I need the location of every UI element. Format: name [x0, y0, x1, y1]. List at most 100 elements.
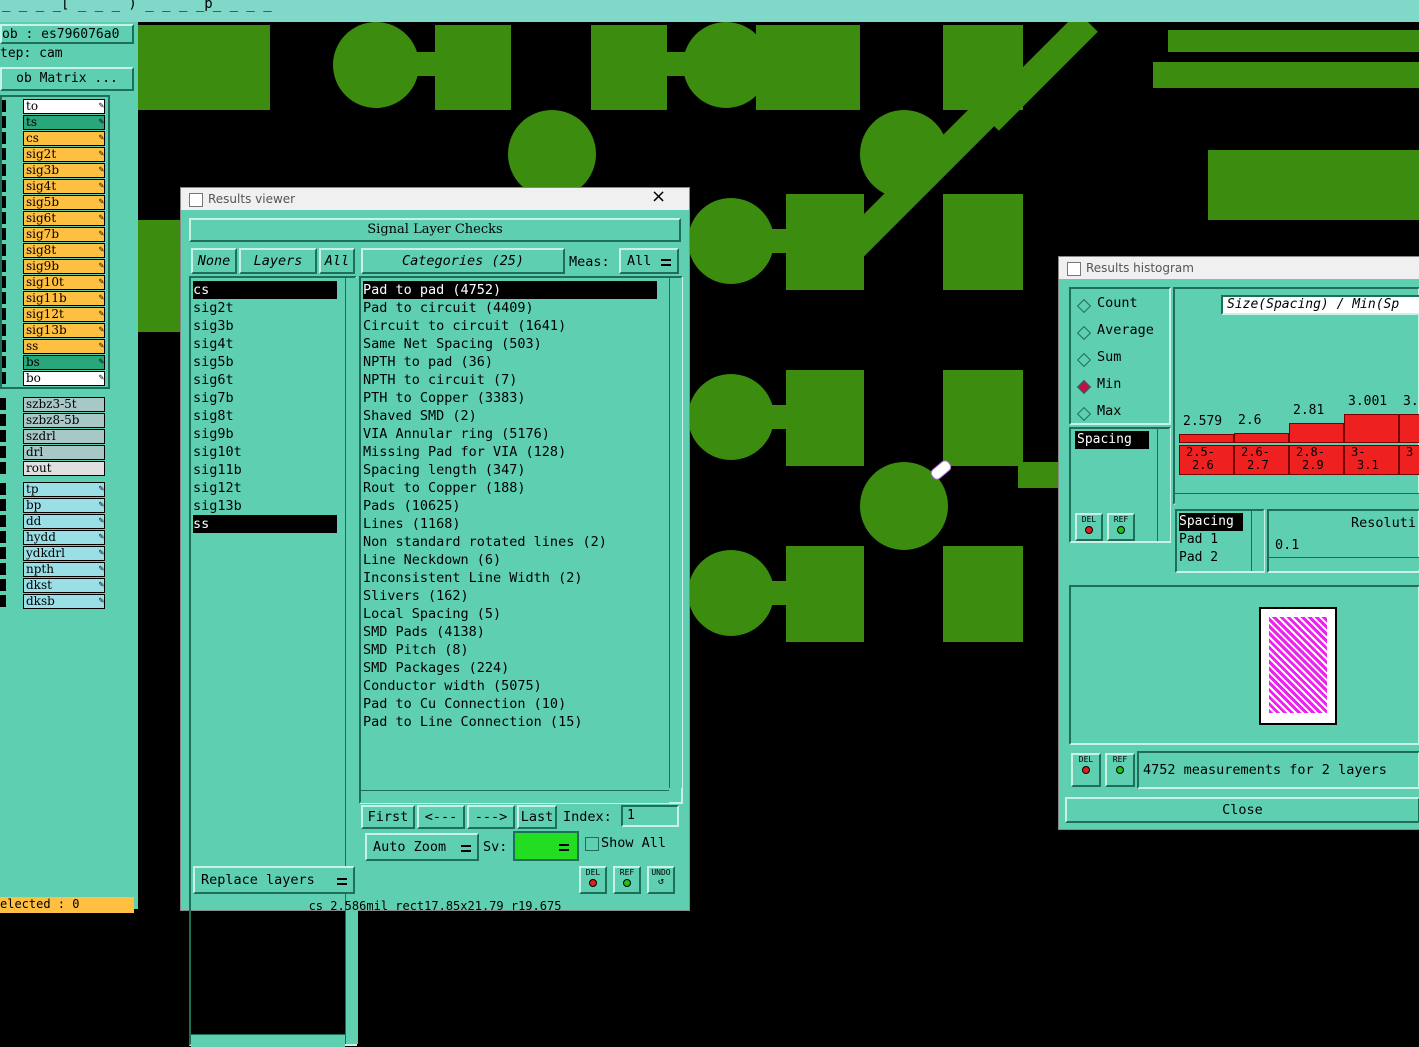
category-list-item[interactable]: Lines (1168)	[363, 515, 663, 533]
layer-edit-icon[interactable]: ✎	[99, 131, 104, 145]
layer-visibility-toggle[interactable]	[0, 196, 6, 208]
layer-visibility-toggle[interactable]	[0, 531, 6, 543]
layers-scrollbar-v[interactable]	[345, 278, 358, 1044]
layer-name[interactable]: sig4t	[23, 179, 105, 194]
layer-edit-icon[interactable]: ✎	[99, 259, 104, 273]
ref-button[interactable]: REF	[1107, 513, 1135, 541]
layer-name[interactable]: tp	[23, 482, 105, 497]
resolution-slider[interactable]	[1269, 557, 1419, 570]
category-list-item[interactable]: VIA Annular ring (5176)	[363, 425, 663, 443]
layer-name[interactable]: sig9b	[23, 259, 105, 274]
board-thumbnail[interactable]	[1259, 607, 1337, 725]
category-list-item[interactable]: SMD Pads (4138)	[363, 623, 663, 641]
layer-visibility-toggle[interactable]	[0, 563, 6, 575]
category-list-item[interactable]: Pad to pad (4752)	[363, 281, 657, 299]
layer-row-bs[interactable]: bs ✎	[0, 355, 108, 370]
category-list-item[interactable]: Pad to Line Connection (15)	[363, 713, 663, 731]
categories-button[interactable]: Categories (25)	[361, 248, 565, 274]
histogram-bar[interactable]	[1344, 414, 1399, 443]
job-matrix-button[interactable]: ob Matrix ...	[0, 67, 134, 91]
layers-list-item[interactable]: cs	[193, 281, 337, 299]
category-list-item[interactable]: Spacing length (347)	[363, 461, 663, 479]
layer-visibility-toggle[interactable]	[0, 462, 6, 474]
index-input[interactable]: 1	[621, 805, 679, 827]
layer-row-bo[interactable]: bo ✎	[0, 371, 108, 386]
show-all-checkbox[interactable]	[585, 837, 599, 851]
layer-visibility-toggle[interactable]	[0, 340, 6, 352]
layer-name[interactable]: szdrl	[23, 429, 105, 444]
layer-row-dkst[interactable]: dkst ✎	[0, 578, 108, 593]
auto-zoom-dropdown[interactable]: Auto Zoom	[365, 833, 479, 861]
layers-list-item[interactable]: sig6t	[193, 371, 337, 389]
histogram-bar[interactable]	[1234, 433, 1289, 443]
layer-row-rout[interactable]: rout	[0, 461, 108, 476]
layer-visibility-toggle[interactable]	[0, 132, 6, 144]
layer-edit-icon[interactable]: ✎	[99, 115, 104, 129]
close-icon[interactable]: ×	[651, 186, 666, 208]
layer-visibility-toggle[interactable]	[0, 180, 6, 192]
category-list-item[interactable]: PTH to Copper (3383)	[363, 389, 663, 407]
layer-name[interactable]: dksb	[23, 594, 105, 609]
layer-row-dksb[interactable]: dksb ✎	[0, 594, 108, 609]
layer-edit-icon[interactable]: ✎	[99, 163, 104, 177]
layer-edit-icon[interactable]: ✎	[99, 211, 104, 225]
layer-name[interactable]: szbz8-5b	[23, 413, 105, 428]
layer-name[interactable]: cs	[23, 131, 105, 146]
categories-scrollbar-h[interactable]	[361, 790, 669, 803]
layer-visibility-toggle[interactable]	[0, 116, 6, 128]
layer-edit-icon[interactable]: ✎	[99, 371, 104, 385]
layer-edit-icon[interactable]: ✎	[99, 195, 104, 209]
layer-edit-icon[interactable]: ✎	[99, 291, 104, 305]
category-list-item[interactable]: Rout to Copper (188)	[363, 479, 663, 497]
category-list-item[interactable]: Missing Pad for VIA (128)	[363, 443, 663, 461]
meas-dropdown[interactable]: All	[619, 248, 679, 274]
layer-name[interactable]: rout	[23, 461, 105, 476]
layer-visibility-toggle[interactable]	[0, 547, 6, 559]
layer-visibility-toggle[interactable]	[0, 446, 6, 458]
all-button[interactable]: All	[319, 248, 355, 274]
layer-visibility-toggle[interactable]	[0, 372, 6, 384]
layer-row-ts[interactable]: ts ✎	[0, 115, 108, 130]
layer-visibility-toggle[interactable]	[0, 515, 6, 527]
replace-layers-dropdown[interactable]: Replace layers	[193, 866, 355, 894]
layer-edit-icon[interactable]: ✎	[99, 482, 104, 496]
layer-name[interactable]: to	[23, 99, 105, 114]
layer-name[interactable]: bp	[23, 498, 105, 513]
histogram-category-cell[interactable]: 3	[1399, 445, 1419, 475]
spacing-list-item[interactable]: Spacing	[1075, 431, 1149, 449]
layer-visibility-toggle[interactable]	[0, 414, 6, 426]
layer-row-sig4t[interactable]: sig4t ✎	[0, 179, 108, 194]
layer-visibility-toggle[interactable]	[0, 595, 6, 607]
layer-edit-icon[interactable]: ✎	[99, 355, 104, 369]
layer-edit-icon[interactable]: ✎	[99, 99, 104, 113]
layer-row-sig8t[interactable]: sig8t ✎	[0, 243, 108, 258]
layers-list-item[interactable]: sig4t	[193, 335, 337, 353]
layer-row-ydkdrl[interactable]: ydkdrl ✎	[0, 546, 108, 561]
layer-name[interactable]: szbz3-5t	[23, 397, 105, 412]
layer-row-sig3b[interactable]: sig3b ✎	[0, 163, 108, 178]
layer-row-ss[interactable]: ss ✎	[0, 339, 108, 354]
layer-name[interactable]: sig10t	[23, 275, 105, 290]
layer-visibility-toggle[interactable]	[0, 499, 6, 511]
layer-name[interactable]: sig8t	[23, 243, 105, 258]
layer-row-bp[interactable]: bp ✎	[0, 498, 108, 513]
layer-edit-icon[interactable]: ✎	[99, 530, 104, 544]
layer-name[interactable]: sig11b	[23, 291, 105, 306]
category-list-item[interactable]: SMD Packages (224)	[363, 659, 663, 677]
layer-row-sig9b[interactable]: sig9b ✎	[0, 259, 108, 274]
close-button[interactable]: Close	[1065, 797, 1419, 823]
layer-row-tp[interactable]: tp ✎	[0, 482, 108, 497]
measure-list-item[interactable]: Pad 1	[1179, 531, 1218, 549]
layer-row-sig6t[interactable]: sig6t ✎	[0, 211, 108, 226]
layer-name[interactable]: sig5b	[23, 195, 105, 210]
undo-button[interactable]: UNDO ↺	[647, 866, 675, 894]
histogram-category-cell[interactable]: 3- 3.1	[1344, 445, 1399, 475]
ref-button[interactable]: REF	[613, 866, 641, 894]
layer-visibility-toggle[interactable]	[0, 244, 6, 256]
layers-list-item[interactable]: sig9b	[193, 425, 337, 443]
spacing-list-scrollbar[interactable]	[1157, 429, 1170, 541]
first-button[interactable]: First	[361, 805, 415, 829]
layer-edit-icon[interactable]: ✎	[99, 147, 104, 161]
layer-row-sig13b[interactable]: sig13b ✎	[0, 323, 108, 338]
measure-list-item[interactable]: Pad 2	[1179, 549, 1218, 567]
